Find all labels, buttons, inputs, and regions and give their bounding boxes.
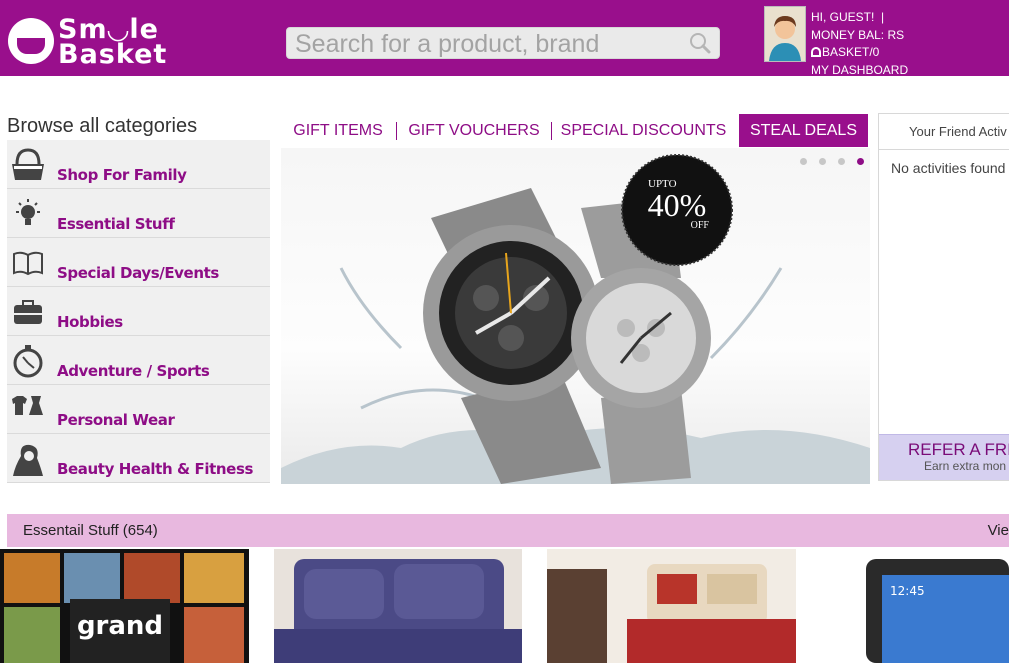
basket-link[interactable]: BASKET/0 (811, 44, 908, 62)
product-bedding-image[interactable] (274, 549, 522, 663)
category-list: Shop For Family Essential Stuff Special … (7, 140, 270, 483)
carousel-dots (788, 152, 864, 170)
svg-text:grand: grand (77, 611, 163, 641)
category-label: Personal Wear (57, 411, 175, 429)
top-header: Sm◡le Basket HI, GUEST! | MONEY BAL: RS … (0, 0, 1009, 79)
category-shop-for-family[interactable]: Shop For Family (7, 140, 270, 189)
category-adventure-sports[interactable]: Adventure / Sports (7, 336, 270, 385)
search-icon[interactable] (689, 32, 711, 54)
promo-banner[interactable]: UPTO 40% OFF (281, 148, 870, 484)
category-beauty-health[interactable]: Beauty Health & Fitness (7, 434, 270, 483)
category-personal-wear[interactable]: Personal Wear (7, 385, 270, 434)
tab-gift-vouchers[interactable]: GIFT VOUCHERS (397, 114, 551, 148)
tab-label: STEAL DEALS (749, 122, 857, 139)
logo-line-2: Basket (58, 39, 168, 70)
watches-image (281, 154, 870, 484)
carousel-dot[interactable] (819, 158, 826, 165)
friend-activity-panel: Your Friend Activ No activities found RE… (878, 113, 1009, 481)
refer-friend-box[interactable]: REFER A FRIE Earn extra mon (879, 434, 1009, 480)
categories-title: Browse all categories (7, 115, 198, 137)
stopwatch-icon (13, 345, 43, 378)
svg-text:12:45: 12:45 (890, 584, 925, 598)
category-label: Hobbies (57, 313, 123, 331)
category-label: Adventure / Sports (57, 362, 210, 380)
refer-title: REFER A FRIE (908, 440, 1009, 459)
product-tablet-image[interactable]: 12:45 (862, 549, 1009, 663)
clothes-icon (12, 396, 43, 415)
category-essential-stuff[interactable]: Essential Stuff (7, 189, 270, 238)
tab-label: SPECIAL DISCOUNTS (560, 122, 727, 139)
refer-subtitle: Earn extra mon (924, 459, 1007, 473)
bulb-icon (16, 199, 40, 225)
tab-steal-deals[interactable]: STEAL DEALS (739, 114, 868, 147)
discount-badge: UPTO 40% OFF (631, 178, 723, 248)
basket-icon (12, 148, 44, 180)
activity-empty: No activities found (891, 160, 1006, 176)
search-input[interactable] (293, 30, 687, 58)
product-gta-image[interactable]: grand (0, 549, 249, 663)
basket-icon (811, 47, 821, 57)
carousel-dot[interactable] (800, 158, 807, 165)
tab-label: GIFT VOUCHERS (408, 122, 540, 139)
product-bedroom-image[interactable] (547, 549, 796, 663)
woman-icon (13, 444, 43, 476)
badge-percent: 40% (647, 187, 707, 223)
tab-special-discounts[interactable]: SPECIAL DISCOUNTS (552, 114, 735, 148)
briefcase-icon (14, 300, 42, 324)
essentials-title: Essentail Stuff (654) (23, 522, 158, 539)
category-label: Shop For Family (57, 166, 187, 184)
book-icon (13, 251, 43, 276)
greeting-text: HI, GUEST! (811, 10, 875, 24)
dashboard-link[interactable]: MY DASHBOARD (811, 62, 908, 80)
tab-label: GIFT ITEMS (293, 122, 383, 139)
view-all-link[interactable]: Vie (988, 522, 1009, 539)
carousel-dot[interactable] (838, 158, 845, 165)
activity-title: Your Friend Activ (879, 114, 1009, 150)
search-box (286, 27, 720, 59)
category-label: Essential Stuff (57, 215, 175, 233)
carousel-dot-active[interactable] (857, 158, 864, 165)
essentials-bar: Essentail Stuff (654) Vie (7, 514, 1009, 547)
basket-label: BASKET/0 (822, 45, 880, 59)
logo-basket-icon (8, 18, 54, 64)
category-hobbies[interactable]: Hobbies (7, 287, 270, 336)
tab-gift-items[interactable]: GIFT ITEMS (280, 114, 396, 148)
category-special-days[interactable]: Special Days/Events (7, 238, 270, 287)
user-avatar[interactable] (764, 6, 806, 62)
money-balance: MONEY BAL: RS (811, 27, 905, 42)
category-label: Beauty Health & Fitness (57, 460, 254, 478)
category-label: Special Days/Events (57, 264, 219, 282)
site-logo[interactable]: Sm◡le Basket (8, 14, 168, 70)
user-info: HI, GUEST! | MONEY BAL: RS BASKET/0 MY D… (811, 9, 908, 79)
